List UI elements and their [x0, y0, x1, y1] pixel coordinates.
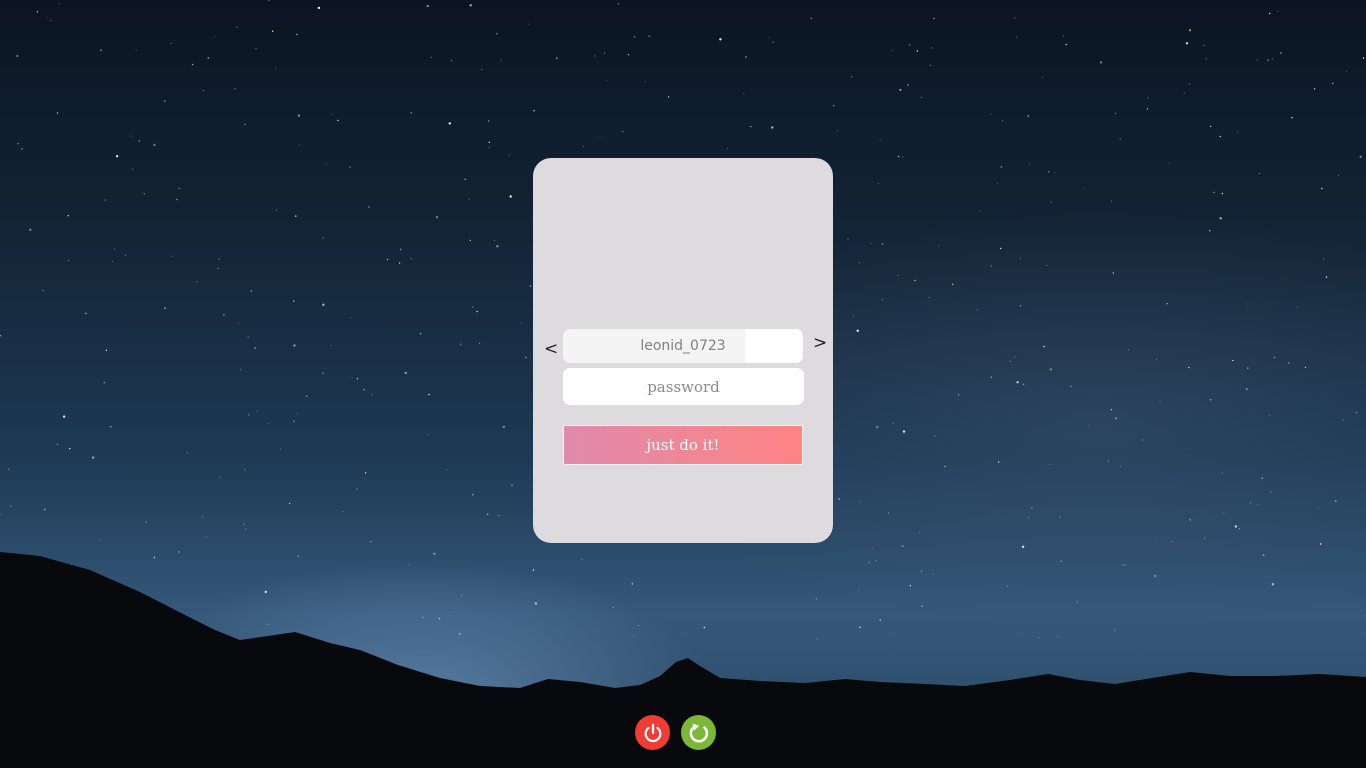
- power-icon: [644, 723, 661, 742]
- restart-icon: [689, 723, 708, 742]
- password-input[interactable]: [563, 368, 804, 405]
- username-value: leonid_0723: [640, 338, 726, 354]
- username-field[interactable]: leonid_0723: [563, 329, 803, 363]
- login-button[interactable]: just do it!: [563, 425, 803, 465]
- previous-user-button[interactable]: <: [544, 341, 558, 358]
- login-card: < leonid_0723 > just do it!: [533, 158, 833, 543]
- restart-button[interactable]: [681, 715, 716, 750]
- power-button[interactable]: [635, 715, 670, 750]
- next-user-button[interactable]: >: [813, 335, 827, 352]
